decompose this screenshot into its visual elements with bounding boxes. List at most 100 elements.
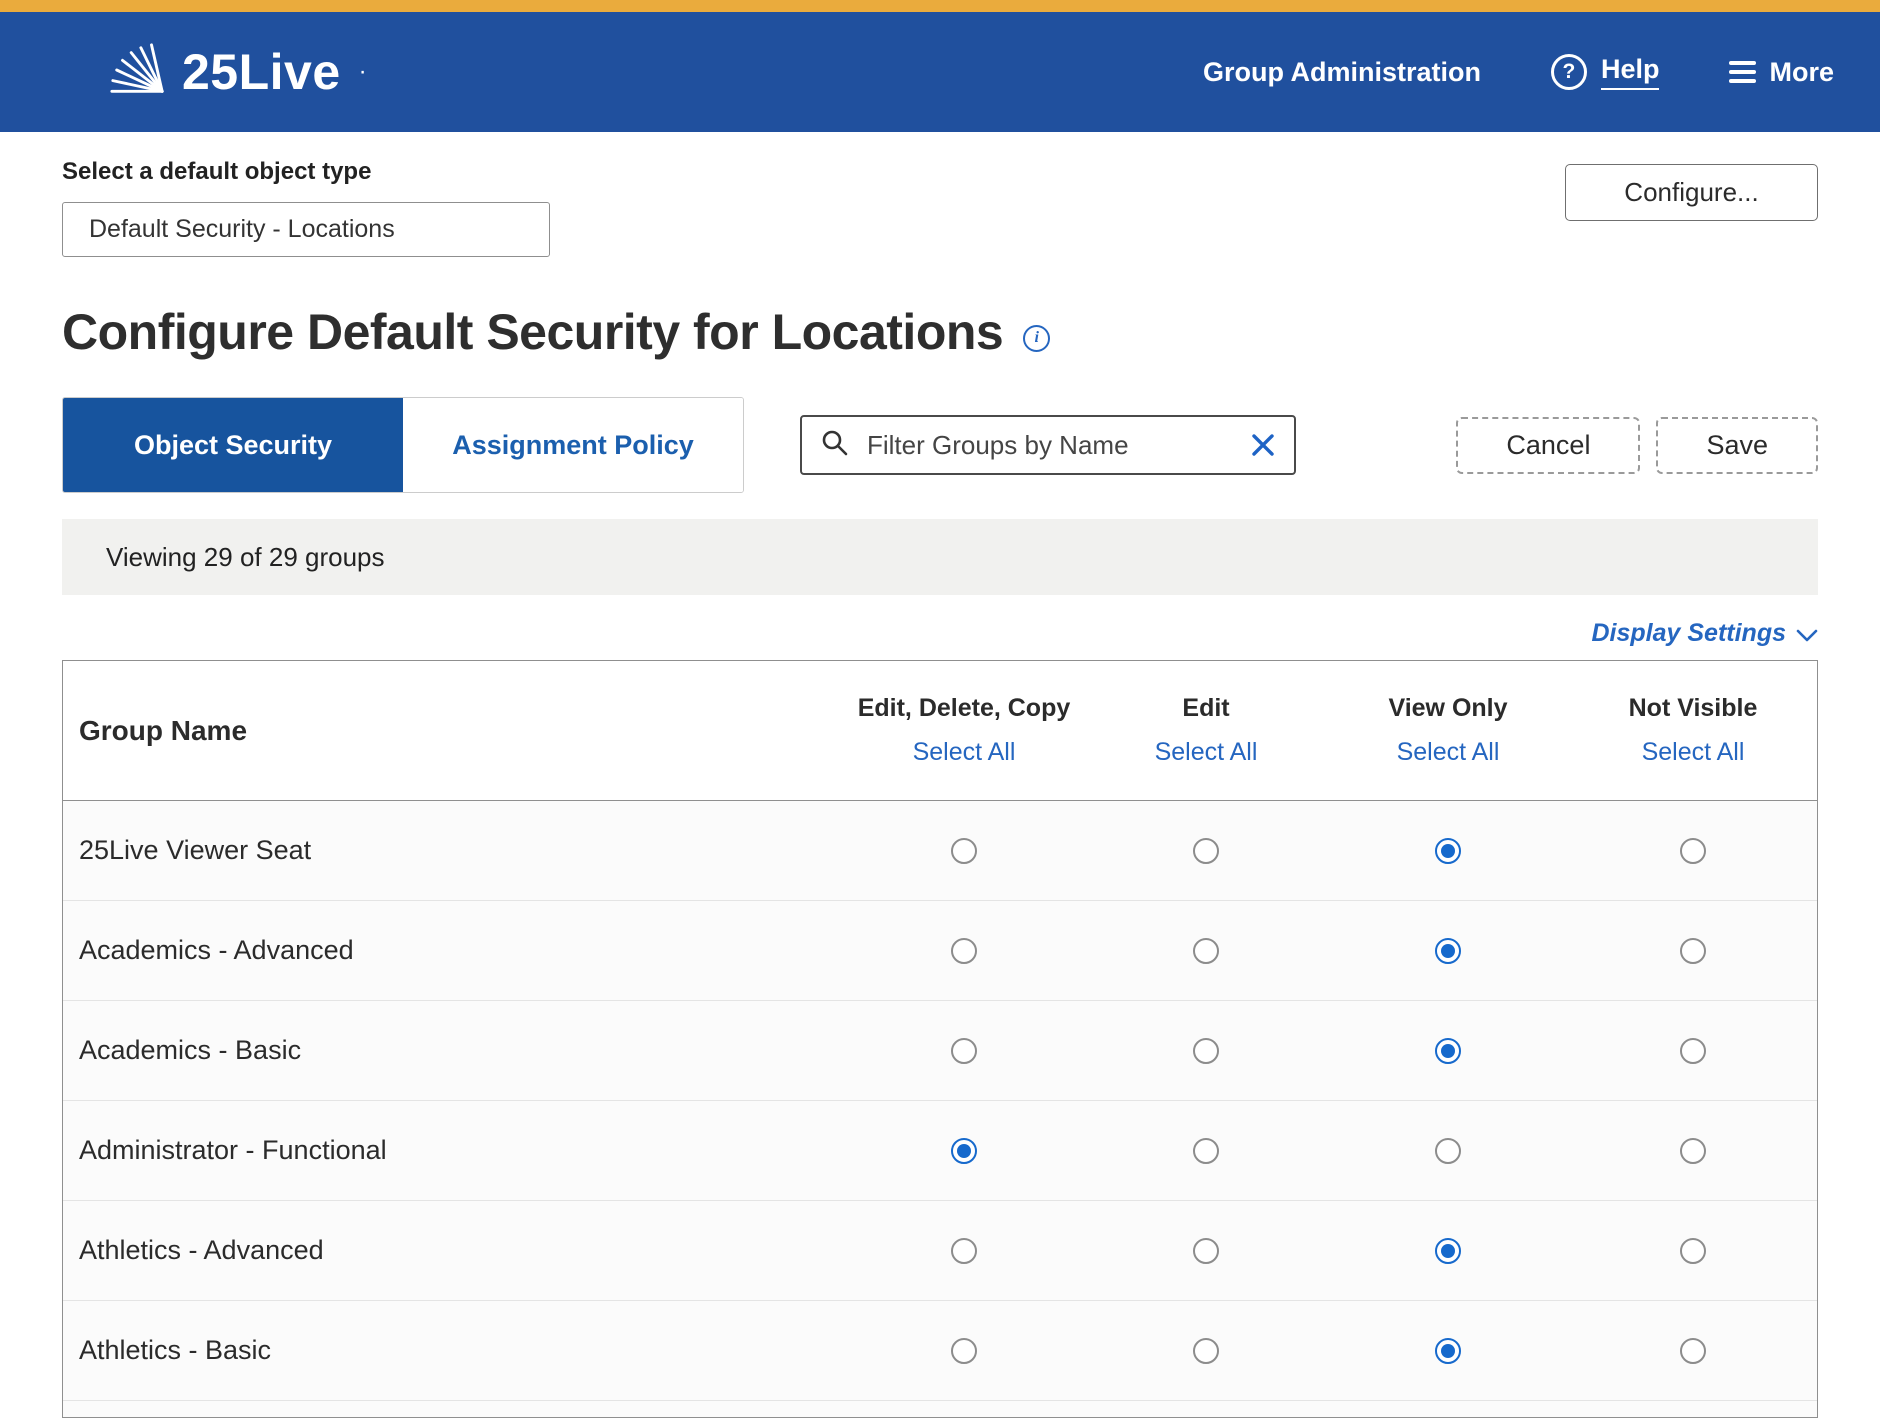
radio-view-only[interactable] bbox=[1435, 1237, 1461, 1264]
radio-cell-view-only bbox=[1327, 837, 1569, 864]
column-label: View Only bbox=[1388, 694, 1508, 722]
tab-group: Object Security Assignment Policy bbox=[62, 397, 744, 493]
info-icon[interactable]: i bbox=[1023, 324, 1051, 352]
column-header-view-only: View Only Select All bbox=[1327, 694, 1569, 767]
group-name-header: Group Name bbox=[79, 714, 248, 746]
header-nav: Group Administration ? Help More bbox=[1203, 54, 1834, 90]
clear-search-icon[interactable] bbox=[1250, 432, 1276, 458]
column-header-not-visible: Not Visible Select All bbox=[1569, 694, 1817, 767]
radio-cell-not-visible bbox=[1569, 1037, 1817, 1064]
radio-cell-view-only bbox=[1327, 1137, 1569, 1164]
radio-edit[interactable] bbox=[1193, 1037, 1219, 1064]
help-question-icon: ? bbox=[1550, 54, 1587, 90]
object-type-select[interactable]: Default Security - Locations bbox=[62, 202, 550, 257]
radio-cell-not-visible bbox=[1569, 1337, 1817, 1364]
column-label: Edit, Delete, Copy bbox=[857, 694, 1071, 722]
hamburger-icon bbox=[1729, 61, 1757, 83]
radio-edit-delete-copy[interactable] bbox=[951, 1237, 977, 1264]
group-name: Athletics - Basic bbox=[79, 1335, 272, 1365]
chevron-down-icon[interactable] bbox=[1796, 629, 1818, 642]
table-row: Academics - Basic bbox=[63, 1001, 1817, 1101]
radio-edit-delete-copy[interactable] bbox=[951, 837, 977, 864]
radio-cell-edit-delete-copy bbox=[843, 1237, 1085, 1264]
radio-view-only[interactable] bbox=[1435, 937, 1461, 964]
radio-view-only[interactable] bbox=[1435, 1037, 1461, 1064]
display-settings-link[interactable]: Display Settings bbox=[1592, 619, 1787, 648]
radio-cell-view-only bbox=[1327, 1237, 1569, 1264]
radio-edit-delete-copy[interactable] bbox=[951, 1037, 977, 1064]
brand-trademark-dot: · bbox=[358, 58, 367, 85]
object-type-section: Select a default object type Default Sec… bbox=[62, 132, 1818, 257]
radio-edit[interactable] bbox=[1193, 1337, 1219, 1364]
viewing-status-bar: Viewing 29 of 29 groups bbox=[62, 519, 1818, 595]
radio-cell-view-only bbox=[1327, 937, 1569, 964]
group-name: Academics - Advanced bbox=[79, 935, 354, 965]
radio-cell-not-visible bbox=[1569, 1137, 1817, 1164]
select-all-link-not-visible[interactable]: Select All bbox=[1642, 738, 1745, 767]
select-all-link-edit[interactable]: Select All bbox=[1155, 738, 1258, 767]
radio-view-only[interactable] bbox=[1435, 837, 1461, 864]
title-row: Configure Default Security for Locations… bbox=[62, 303, 1818, 361]
column-header-edit-delete-copy: Edit, Delete, Copy Select All bbox=[843, 694, 1085, 767]
radio-cell-edit bbox=[1085, 1337, 1327, 1364]
radio-edit[interactable] bbox=[1193, 837, 1219, 864]
table-body: 25Live Viewer Seat Academics - Advanced Ac… bbox=[63, 801, 1817, 1417]
save-button[interactable]: Save bbox=[1656, 416, 1818, 474]
radio-not-visible[interactable] bbox=[1680, 1037, 1706, 1064]
radio-edit-delete-copy[interactable] bbox=[951, 937, 977, 964]
radio-not-visible[interactable] bbox=[1680, 1137, 1706, 1164]
help-label: Help bbox=[1600, 54, 1660, 90]
radio-cell-not-visible bbox=[1569, 1237, 1817, 1264]
radio-not-visible[interactable] bbox=[1680, 937, 1706, 964]
object-type-label: Select a default object type bbox=[62, 158, 372, 185]
radio-cell-view-only bbox=[1327, 1337, 1569, 1364]
table-header: Group Name Edit, Delete, Copy Select All E… bbox=[63, 661, 1817, 801]
select-all-link-view-only[interactable]: Select All bbox=[1397, 738, 1500, 767]
radio-view-only[interactable] bbox=[1435, 1337, 1461, 1364]
group-name: Athletics - Advanced bbox=[79, 1235, 324, 1265]
search-input[interactable] bbox=[865, 428, 1235, 462]
configure-button[interactable]: Configure... bbox=[1565, 164, 1818, 221]
radio-not-visible[interactable] bbox=[1680, 1337, 1706, 1364]
tab-object-security[interactable]: Object Security bbox=[63, 398, 403, 492]
group-name: Administrator - Functional bbox=[79, 1135, 387, 1165]
more-label: More bbox=[1769, 56, 1834, 87]
radio-edit-delete-copy[interactable] bbox=[951, 1137, 977, 1164]
radio-cell-edit-delete-copy bbox=[843, 1137, 1085, 1164]
search-icon bbox=[820, 428, 850, 463]
radio-cell-not-visible bbox=[1569, 937, 1817, 964]
radio-cell-edit-delete-copy bbox=[843, 937, 1085, 964]
column-header-edit: Edit Select All bbox=[1085, 694, 1327, 767]
radio-cell-edit bbox=[1085, 1237, 1327, 1264]
brand-name: 25Live bbox=[182, 44, 341, 100]
select-all-link-edit-delete-copy[interactable]: Select All bbox=[913, 738, 1016, 767]
table-row: Athletics - Advanced bbox=[63, 1201, 1817, 1301]
radio-not-visible[interactable] bbox=[1680, 1237, 1706, 1264]
radio-edit[interactable] bbox=[1193, 1237, 1219, 1264]
page-title: Configure Default Security for Locations bbox=[62, 304, 1004, 360]
table-row: Academics - Advanced bbox=[63, 901, 1817, 1001]
radio-cell-view-only bbox=[1327, 1037, 1569, 1064]
radio-cell-edit bbox=[1085, 1037, 1327, 1064]
group-name: 25Live Viewer Seat bbox=[79, 835, 312, 865]
main-content: Select a default object type Default Sec… bbox=[0, 132, 1880, 1418]
cancel-button[interactable]: Cancel bbox=[1456, 416, 1641, 474]
app-header: 25Live · Group Administration ? Help More bbox=[0, 12, 1880, 132]
brand-fan-icon bbox=[108, 41, 166, 104]
nav-group-administration[interactable]: Group Administration bbox=[1203, 57, 1481, 88]
filter-groups-search bbox=[800, 415, 1296, 475]
radio-view-only[interactable] bbox=[1435, 1137, 1461, 1164]
radio-cell-edit bbox=[1085, 1137, 1327, 1164]
display-settings-row: Display Settings bbox=[62, 619, 1818, 648]
table-row: Administrator - Functional bbox=[63, 1101, 1817, 1201]
help-menu[interactable]: ? Help bbox=[1550, 54, 1660, 90]
radio-edit[interactable] bbox=[1193, 937, 1219, 964]
more-menu[interactable]: More bbox=[1729, 57, 1834, 88]
table-row: 25Live Viewer Seat bbox=[63, 801, 1817, 901]
brand-logo[interactable]: 25Live · bbox=[108, 41, 367, 104]
radio-not-visible[interactable] bbox=[1680, 837, 1706, 864]
radio-edit[interactable] bbox=[1193, 1137, 1219, 1164]
radio-edit-delete-copy[interactable] bbox=[951, 1337, 977, 1364]
tab-assignment-policy[interactable]: Assignment Policy bbox=[403, 398, 743, 492]
viewing-count-text: Viewing 29 of 29 groups bbox=[106, 541, 385, 572]
